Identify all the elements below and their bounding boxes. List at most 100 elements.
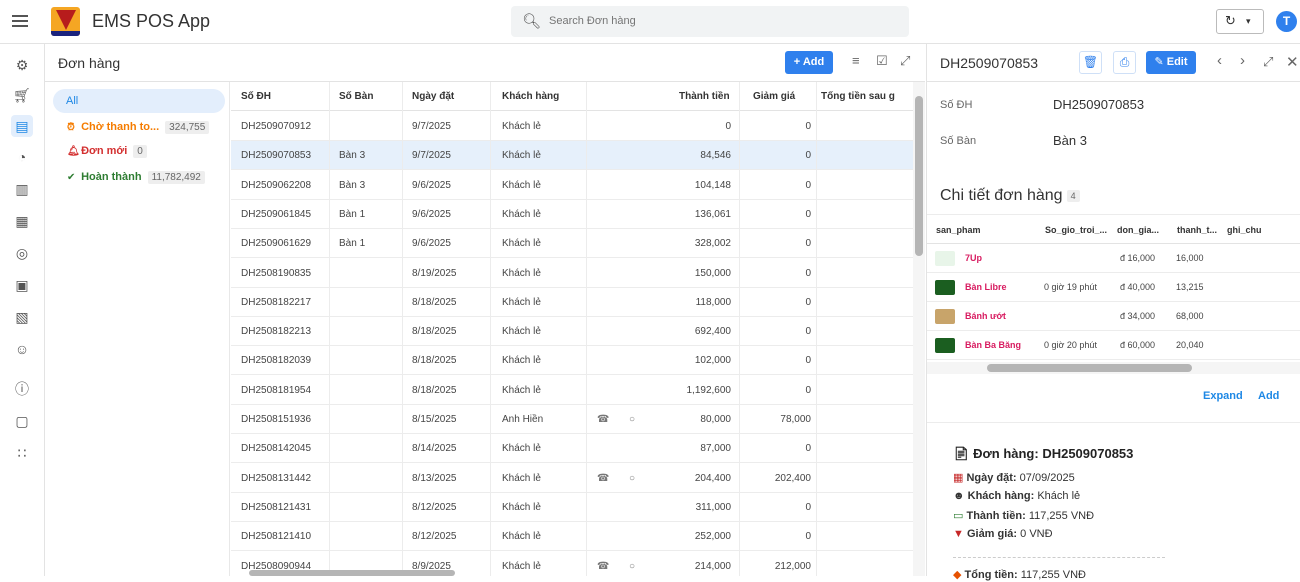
- avatar[interactable]: T: [1276, 11, 1297, 32]
- status-all[interactable]: All: [53, 89, 225, 113]
- add-item-link[interactable]: Add: [1258, 390, 1279, 402]
- add-order-button[interactable]: + Add: [785, 51, 833, 74]
- table-cell: 68,000: [1176, 311, 1204, 321]
- table-row[interactable]: DH2509070912 9/7/2025 Khách lẻ 0 0: [231, 112, 913, 141]
- table-row[interactable]: DH2508182039 8/18/2025 Khách lẻ 102,000 0: [231, 346, 913, 376]
- table-cell: Khách lẻ: [502, 150, 541, 162]
- check-circle-icon: ✔: [67, 172, 76, 183]
- filter-icon[interactable]: ≡: [852, 53, 860, 68]
- prev-icon[interactable]: ‹: [1217, 52, 1222, 69]
- items-header: san_pham So_gio_troi_... don_gia... than…: [927, 214, 1300, 244]
- col-header[interactable]: thanh_t...: [1177, 225, 1217, 235]
- file-icon[interactable]: ▧: [11, 306, 33, 328]
- document-icon[interactable]: ▤: [11, 115, 33, 137]
- table-row[interactable]: DH2508182213 8/18/2025 Khách lẻ 692,400 0: [231, 317, 913, 347]
- table-row[interactable]: DH2508131442 8/13/2025 Khách lẻ 204,400 202,…: [231, 464, 913, 493]
- status-pending[interactable]: ⏰︎ Chờ thanh to... 324,755: [67, 121, 210, 134]
- report-icon[interactable]: ▥: [11, 178, 33, 200]
- expand-icon[interactable]: ⤢: [900, 53, 910, 69]
- left-nav: ⚙ 🛒︎ ▤ ◔ ▥ ▦ ◎ ▣ ▧ ☺ ⓘ ▢ ∷: [0, 44, 45, 576]
- table-cell: Khách lẻ: [502, 179, 541, 191]
- table-cell: DH2509070912: [241, 121, 312, 132]
- table-cell: DH2508131442: [241, 472, 312, 484]
- table-cell: 0: [805, 531, 811, 543]
- col-header[interactable]: Số Bàn: [339, 91, 373, 102]
- list-item[interactable]: 7Up đ 16,000 16,000: [927, 244, 1300, 273]
- feedback-icon[interactable]: ▢: [11, 410, 33, 432]
- users-icon[interactable]: ☺: [11, 338, 33, 360]
- table-row[interactable]: DH2509061845 Bàn 1 9/6/2025 Khách lẻ 136,061…: [231, 200, 913, 229]
- col-header[interactable]: Giảm giá: [753, 91, 795, 102]
- table-cell: 8/12/2025: [412, 531, 457, 543]
- next-icon[interactable]: ›: [1240, 52, 1245, 69]
- table-row[interactable]: DH2508181954 8/18/2025 Khách lẻ 1,192,600 0: [231, 376, 913, 405]
- col-header[interactable]: Thành tiền: [679, 91, 730, 102]
- list-item[interactable]: Bàn Libre 0 giờ 19 phút đ 40,000 13,215: [927, 273, 1300, 302]
- table-cell: 328,002: [694, 238, 731, 250]
- inventory-icon[interactable]: ▦: [11, 210, 33, 232]
- calendar-icon: ▦: [953, 472, 964, 484]
- items-horizontal-scrollbar[interactable]: [927, 362, 1300, 374]
- col-header[interactable]: san_pham: [936, 225, 981, 235]
- table-row[interactable]: DH2508142045 8/14/2025 Khách lẻ 87,000 0: [231, 434, 913, 464]
- phone-icon[interactable]: ☎: [597, 473, 609, 484]
- edit-button[interactable]: ✎ Edit: [1146, 51, 1196, 74]
- table-cell: 0: [805, 296, 811, 308]
- apps-icon[interactable]: ∷: [11, 442, 33, 464]
- chat-icon[interactable]: ○: [629, 473, 635, 484]
- col-header[interactable]: Ngày đặt: [412, 91, 454, 102]
- info-icon[interactable]: ⓘ: [11, 378, 33, 400]
- status-done[interactable]: ✔ Hoàn thành 11,782,492: [67, 171, 205, 184]
- cart-icon[interactable]: 🛒︎: [11, 84, 33, 106]
- grid-vertical-scrollbar[interactable]: [913, 82, 925, 576]
- table-row[interactable]: DH2508182217 8/18/2025 Khách lẻ 118,000 0: [231, 288, 913, 317]
- table-cell: 8/18/2025: [412, 384, 457, 396]
- table-row[interactable]: DH2508121431 8/12/2025 Khách lẻ 311,000 0: [231, 493, 913, 522]
- order-summary: 📄︎ Đơn hàng: DH2509070853 ▦ Ngày đặt: 07…: [927, 422, 1300, 582]
- col-header[interactable]: Khách hàng: [502, 91, 559, 102]
- database-icon[interactable]: ◎: [11, 242, 33, 264]
- list-item[interactable]: Bàn Ba Băng 0 giờ 20 phút đ 60,000 20,040: [927, 331, 1300, 360]
- table-cell: DH2508121431: [241, 501, 312, 513]
- col-header[interactable]: Số ĐH: [241, 91, 271, 102]
- search-box[interactable]: 🔍︎: [511, 6, 909, 37]
- table-row[interactable]: DH2509070853 Bàn 3 9/7/2025 Khách lẻ 84,546 0: [231, 141, 913, 171]
- chevron-down-icon[interactable]: ▾: [1246, 16, 1251, 27]
- select-icon[interactable]: ☑: [876, 53, 888, 69]
- bell-icon: 🔔︎: [67, 146, 80, 157]
- printer-icon: ⎙: [1119, 55, 1130, 69]
- col-header[interactable]: Tổng tiền sau g: [821, 91, 913, 102]
- table-cell: 8/13/2025: [412, 472, 457, 484]
- table-cell: Khách lẻ: [502, 443, 541, 455]
- print-button[interactable]: ⎙: [1113, 51, 1136, 74]
- table-row[interactable]: DH2508121410 8/12/2025 Khách lẻ 252,000 0: [231, 522, 913, 552]
- grid-horizontal-scrollbar[interactable]: [231, 570, 913, 576]
- list-item[interactable]: Bánh ướt đ 34,000 68,000: [927, 302, 1300, 331]
- col-header[interactable]: ghi_chu: [1227, 225, 1262, 235]
- info-box-icon[interactable]: ▣: [11, 274, 33, 296]
- close-icon[interactable]: ✕: [1286, 53, 1299, 71]
- table-row[interactable]: DH2508151936 8/15/2025 Anh Hiền 80,000 78,00…: [231, 405, 913, 434]
- sync-button[interactable]: ↻ ▾: [1216, 9, 1264, 34]
- col-header[interactable]: don_gia...: [1117, 225, 1159, 235]
- table-row[interactable]: DH2508190835 8/19/2025 Khách lẻ 150,000 0: [231, 259, 913, 288]
- table-cell: 87,000: [700, 443, 731, 455]
- table-cell: 78,000: [780, 414, 811, 425]
- search-input[interactable]: [549, 11, 889, 31]
- menu-icon[interactable]: [12, 12, 28, 32]
- table-row[interactable]: DH2509061629 Bàn 1 9/6/2025 Khách lẻ 328,002…: [231, 229, 913, 259]
- phone-icon[interactable]: ☎: [597, 414, 609, 425]
- chat-icon[interactable]: ○: [629, 414, 635, 425]
- col-header[interactable]: So_gio_troi_...: [1045, 225, 1107, 235]
- settings-icon[interactable]: ⚙: [11, 54, 33, 76]
- table-cell: Khách lẻ: [502, 531, 541, 543]
- expand-link[interactable]: Expand: [1203, 390, 1243, 402]
- delete-button[interactable]: 🗑︎: [1079, 51, 1102, 74]
- table-cell: đ 16,000: [1120, 253, 1156, 263]
- status-new[interactable]: 🔔︎ Đơn mới 0: [67, 145, 147, 158]
- expand-icon[interactable]: ⤢: [1263, 54, 1273, 70]
- table-cell: DH2508121410: [241, 531, 312, 543]
- dashboard-icon[interactable]: ◔: [11, 146, 33, 168]
- table-cell: Khách lẻ: [502, 267, 541, 279]
- table-row[interactable]: DH2509062208 Bàn 3 9/6/2025 Khách lẻ 104,148…: [231, 171, 913, 200]
